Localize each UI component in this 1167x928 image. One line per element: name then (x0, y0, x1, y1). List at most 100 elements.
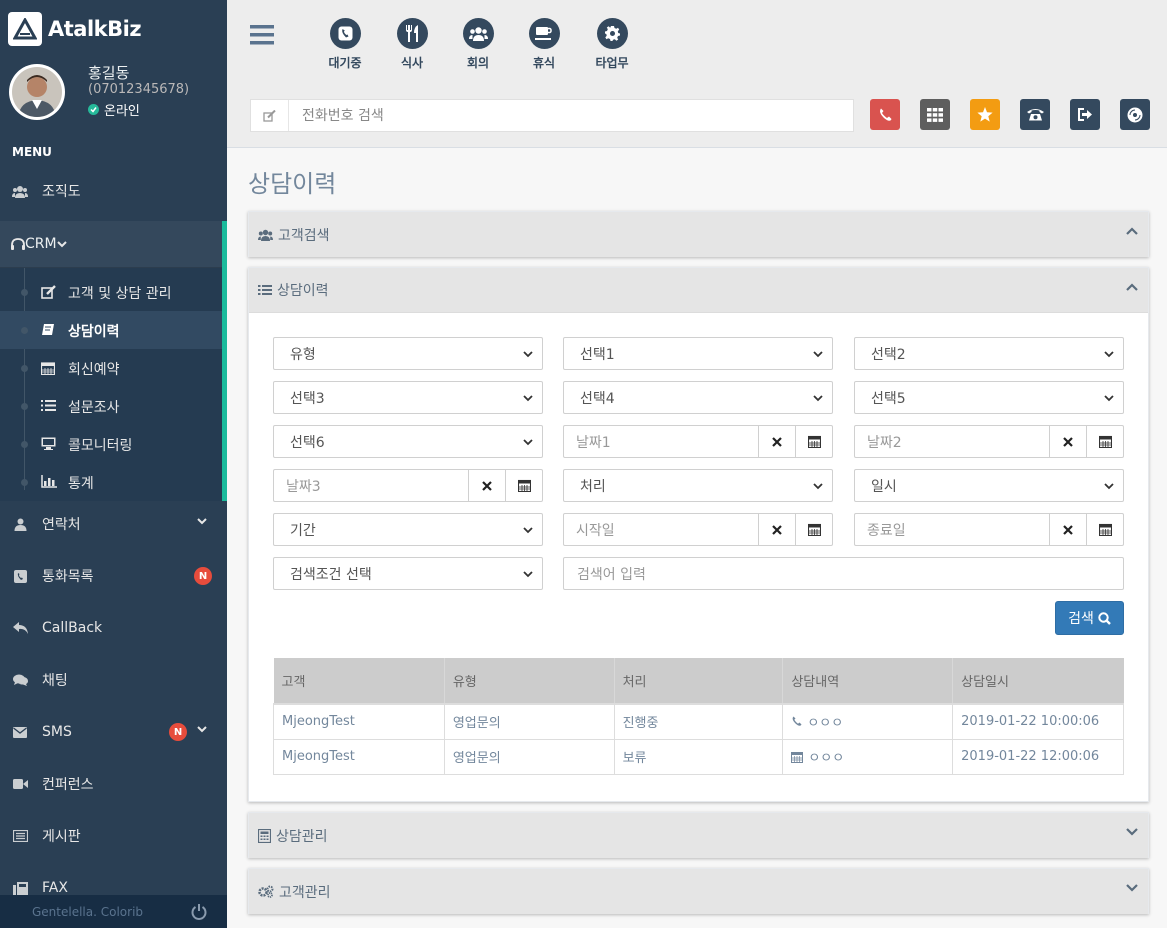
chevron-up-icon[interactable] (1126, 227, 1138, 235)
sidebar-item-conference[interactable]: 컨퍼런스 (0, 758, 227, 810)
column-header[interactable]: 상담일시 (952, 658, 1124, 705)
cell-datetime: 2019-01-22 12:00:06 (952, 738, 1124, 775)
sidebar-item-call-log[interactable]: 통화목록 N (0, 550, 227, 602)
calendar-icon[interactable] (1086, 514, 1123, 545)
calendar-icon[interactable] (795, 426, 832, 457)
select-3[interactable]: 선택3 (273, 381, 543, 414)
select-5[interactable]: 선택5 (854, 381, 1124, 414)
record-button[interactable] (1120, 99, 1150, 130)
transfer-button[interactable] (1070, 99, 1100, 130)
submenu-item-history[interactable]: 상담이력 (0, 311, 222, 349)
clear-icon[interactable] (1049, 426, 1086, 457)
avatar[interactable] (9, 64, 65, 120)
select-value: 선택2 (871, 346, 906, 363)
process-select[interactable]: 처리 (563, 469, 833, 502)
panel-consult-mgmt: 상담관리 (248, 812, 1149, 858)
sidebar-item-callback[interactable]: CallBack (0, 602, 227, 654)
chevron-down-icon[interactable] (1126, 828, 1138, 836)
cell-customer: MjeongTest (273, 703, 445, 740)
start-date-input[interactable]: 시작일 (564, 514, 758, 545)
submenu-item-callback-reservation[interactable]: 회신예약 (0, 349, 222, 387)
submenu-item-statistics[interactable]: 통계 (0, 463, 222, 501)
date1-picker: 날짜1 (563, 425, 833, 458)
sidebar-item-crm[interactable]: CRM (0, 221, 222, 268)
disc-icon (1127, 107, 1143, 122)
cell-detail: ㅇㅇㅇ (782, 703, 954, 740)
users-icon (258, 229, 273, 241)
select-1[interactable]: 선택1 (563, 337, 833, 370)
clear-icon[interactable] (758, 514, 795, 545)
date3-input[interactable]: 날짜3 (274, 470, 468, 501)
panel-consult-mgmt-header[interactable]: 상담관리 (249, 813, 1148, 858)
user-icon (11, 518, 29, 531)
submenu-item-survey[interactable]: 설문조사 (0, 387, 222, 425)
submenu-item-call-monitoring[interactable]: 콜모니터링 (0, 425, 222, 463)
status-label: 타업무 (595, 56, 629, 70)
select-value: 선택3 (290, 390, 325, 407)
sidebar-item-board[interactable]: 게시판 (0, 810, 227, 862)
hamburger-menu-icon[interactable] (250, 25, 274, 45)
chevron-down-icon (56, 240, 67, 248)
calendar-icon (41, 361, 55, 375)
panel-title: 상담관리 (276, 828, 328, 845)
table-row[interactable]: MjeongTest 영업문의 진행중 ㅇㅇㅇ 2019-01-22 10:00… (273, 703, 1124, 740)
select-2[interactable]: 선택2 (854, 337, 1124, 370)
keyword-input[interactable]: 검색어 입력 (563, 557, 1124, 590)
clear-icon[interactable] (1049, 514, 1086, 545)
status-label: 식사 (400, 56, 424, 70)
chevron-up-icon[interactable] (1126, 283, 1138, 291)
sidebar-item-label: 게시판 (42, 829, 81, 845)
condition-select[interactable]: 검색조건 선택 (273, 557, 543, 590)
brand[interactable]: AtalkBiz (8, 12, 142, 46)
panel-customer-search-header[interactable]: 고객검색 (249, 212, 1148, 257)
cell-customer: MjeongTest (273, 738, 445, 775)
status-waiting-button[interactable]: 대기중 (315, 18, 375, 71)
power-icon[interactable] (191, 903, 207, 920)
desk-phone-button[interactable] (1020, 99, 1050, 130)
coffee-icon (528, 18, 560, 49)
calendar-icon[interactable] (1086, 426, 1123, 457)
type-select[interactable]: 유형 (273, 337, 543, 370)
table-row[interactable]: MjeongTest 영업문의 보류 ㅇㅇㅇ 2019-01-22 12:00:… (273, 738, 1124, 775)
status-break-button[interactable]: 휴식 (514, 18, 574, 71)
calendar-icon[interactable] (795, 514, 832, 545)
column-header[interactable]: 상담내역 (782, 658, 953, 705)
dialpad-button[interactable] (920, 99, 950, 130)
call-button[interactable] (870, 99, 900, 130)
bullet (21, 327, 28, 334)
column-header[interactable]: 유형 (443, 658, 615, 705)
column-header[interactable]: 고객 (273, 658, 445, 705)
panel-customer-mgmt-header[interactable]: 고객관리 (249, 869, 1148, 914)
status-meeting-button[interactable]: 회의 (448, 18, 508, 71)
status-meal-button[interactable]: 식사 (382, 18, 442, 71)
chevron-down-icon[interactable] (1126, 884, 1138, 892)
date1-input[interactable]: 날짜1 (564, 426, 758, 457)
period-select[interactable]: 기간 (273, 513, 543, 546)
footer-text: Gentelella. Colorib (32, 904, 144, 919)
phone-search-input[interactable] (289, 100, 853, 131)
favorite-button[interactable] (970, 99, 1000, 130)
select-4[interactable]: 선택4 (563, 381, 833, 414)
clear-icon[interactable] (758, 426, 795, 457)
column-header[interactable]: 처리 (613, 658, 783, 705)
panel-history-header[interactable]: 상담이력 (249, 268, 1148, 313)
sidebar-item-chat[interactable]: 채팅 (0, 654, 227, 706)
gears-icon (258, 885, 274, 898)
comments-icon (11, 674, 29, 686)
sidebar-item-contacts[interactable]: 연락처 (0, 498, 227, 550)
select-value: 일시 (871, 478, 897, 495)
submenu-item-customer-manage[interactable]: 고객 및 상담 관리 (0, 273, 222, 311)
datetime-select[interactable]: 일시 (854, 469, 1124, 502)
start-date-picker: 시작일 (563, 513, 833, 546)
calendar-icon[interactable] (505, 470, 542, 501)
search-button[interactable]: 검색 (1055, 601, 1124, 635)
end-date-input[interactable]: 종료일 (855, 514, 1049, 545)
desktop-icon (41, 437, 56, 450)
clear-icon[interactable] (468, 470, 505, 501)
status-other-work-button[interactable]: 타업무 (582, 18, 642, 71)
date2-input[interactable]: 날짜2 (855, 426, 1049, 457)
sidebar-item-org[interactable]: 조직도 (0, 165, 227, 217)
select-6[interactable]: 선택6 (273, 425, 543, 458)
sidebar-item-sms[interactable]: SMS N (0, 706, 227, 758)
sidebar: AtalkBiz 홍길동 (07012345678) 온라인 MENU 조직도 … (0, 0, 227, 928)
